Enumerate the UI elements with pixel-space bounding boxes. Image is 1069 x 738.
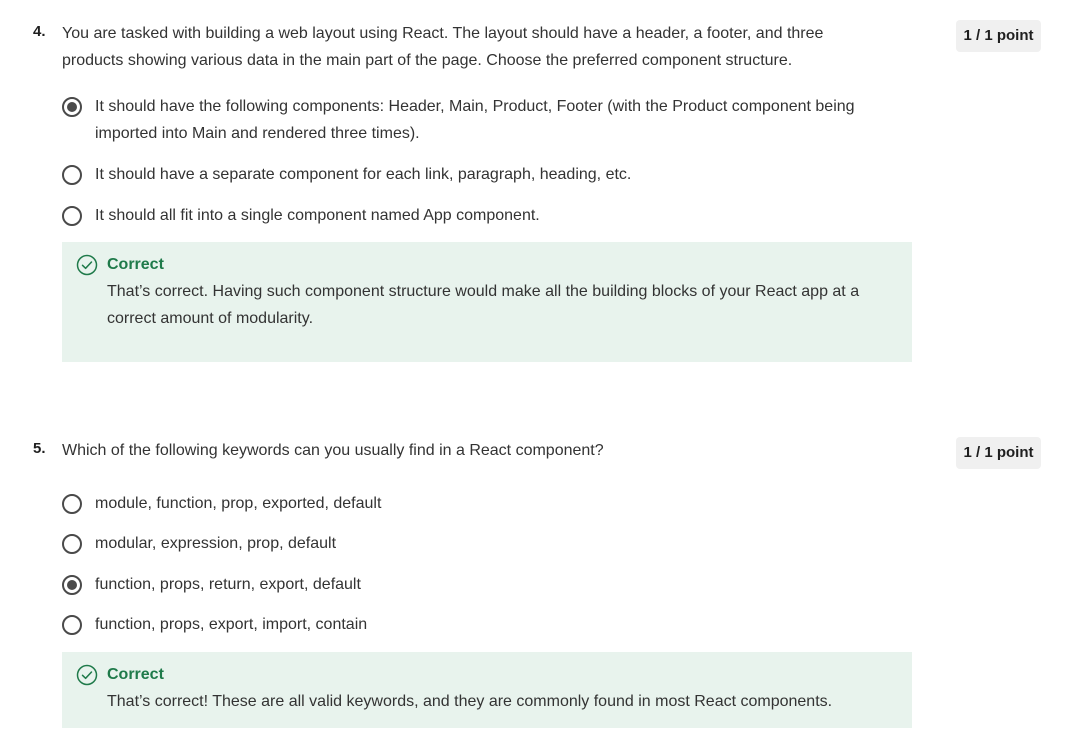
option-5c[interactable]: function, props, return, export, default <box>62 572 882 598</box>
feedback-box: Correct That’s correct. Having such comp… <box>62 242 912 362</box>
feedback-header: Correct <box>76 664 892 686</box>
question-number: 5. <box>33 440 46 457</box>
option-label: It should have the following components:… <box>95 98 855 142</box>
option-label: function, props, return, export, default <box>95 576 361 593</box>
option-5d[interactable]: function, props, export, import, contain <box>62 612 882 638</box>
feedback-text: That’s correct! These are all valid keyw… <box>107 693 833 710</box>
option-4a[interactable]: It should have the following components:… <box>62 94 882 147</box>
points-badge: 1 / 1 point <box>956 437 1041 469</box>
question-text: You are tasked with building a web layou… <box>62 25 824 69</box>
feedback-title: Correct <box>107 666 164 683</box>
feedback-text: That’s correct. Having such component st… <box>107 283 860 327</box>
option-5a[interactable]: module, function, prop, exported, defaul… <box>62 491 882 517</box>
question-text: Which of the following keywords can you … <box>62 442 604 459</box>
option-label: function, props, export, import, contain <box>95 616 368 633</box>
feedback-title: Correct <box>107 256 164 273</box>
option-4b[interactable]: It should have a separate component for … <box>62 162 882 188</box>
radio-button-icon[interactable] <box>62 534 82 554</box>
option-4c[interactable]: It should all fit into a single componen… <box>62 203 882 229</box>
question-number: 4. <box>33 23 46 40</box>
radio-button-icon[interactable] <box>62 206 82 226</box>
option-label: It should have a separate component for … <box>95 166 632 183</box>
check-circle-icon <box>76 664 98 686</box>
option-5b[interactable]: modular, expression, prop, default <box>62 531 882 557</box>
feedback-header: Correct <box>76 254 892 276</box>
option-label: It should all fit into a single componen… <box>95 207 540 224</box>
points-badge: 1 / 1 point <box>956 20 1041 52</box>
feedback-box: Correct That’s correct! These are all va… <box>62 652 912 728</box>
option-label: modular, expression, prop, default <box>95 535 337 552</box>
radio-button-icon[interactable] <box>62 494 82 514</box>
radio-button-icon[interactable] <box>62 165 82 185</box>
radio-button-icon[interactable] <box>62 97 82 117</box>
check-circle-icon <box>76 254 98 276</box>
option-label: module, function, prop, exported, defaul… <box>95 495 382 512</box>
radio-button-icon[interactable] <box>62 575 82 595</box>
radio-button-icon[interactable] <box>62 615 82 635</box>
